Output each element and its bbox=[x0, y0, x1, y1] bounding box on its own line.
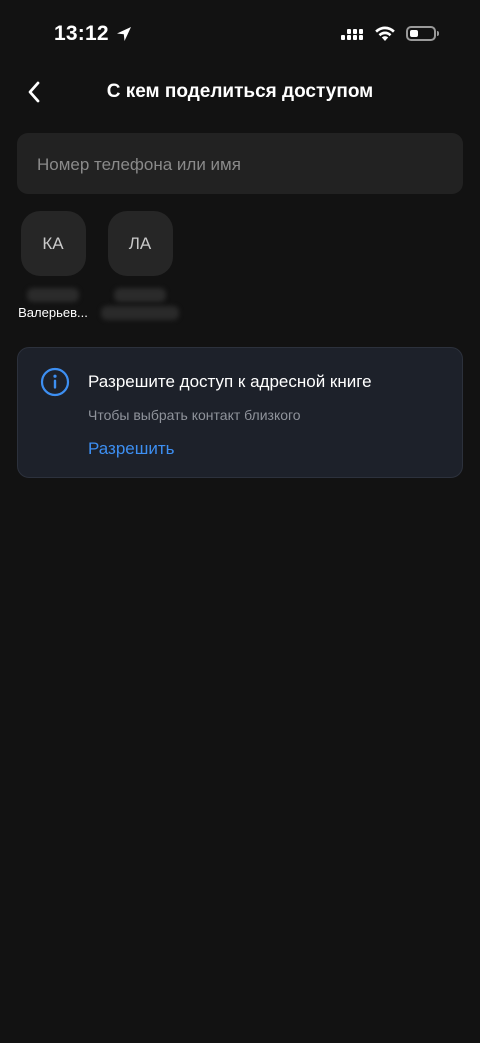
info-icon bbox=[40, 367, 70, 397]
contact-item[interactable]: ЛА bbox=[94, 211, 186, 320]
address-book-permission-card: Разрешите доступ к адресной книге Чтобы … bbox=[17, 347, 463, 478]
location-arrow-icon bbox=[116, 27, 131, 41]
contacts-list: КА Валерьев... ЛА bbox=[0, 211, 480, 331]
status-bar: 13:12 bbox=[0, 0, 480, 70]
info-card-title: Разрешите доступ к адресной книге bbox=[88, 372, 372, 391]
header: С кем поделиться доступом bbox=[0, 70, 480, 114]
avatar[interactable]: ЛА bbox=[107, 211, 173, 276]
cellular-signal-icon bbox=[341, 28, 363, 40]
avatar-initials: КА bbox=[42, 233, 64, 253]
redacted-name bbox=[114, 288, 166, 302]
battery-icon bbox=[406, 26, 439, 41]
contact-item[interactable]: КА Валерьев... bbox=[7, 211, 99, 320]
avatar[interactable]: КА bbox=[20, 211, 86, 276]
search-input[interactable] bbox=[35, 133, 449, 196]
redacted-name bbox=[101, 306, 179, 320]
search-field[interactable] bbox=[17, 133, 463, 196]
page-title: С кем поделиться доступом bbox=[106, 81, 374, 102]
allow-access-button[interactable]: Разрешить bbox=[88, 439, 175, 459]
redacted-name bbox=[27, 288, 79, 302]
battery-level bbox=[410, 30, 418, 37]
status-right bbox=[340, 25, 439, 42]
info-card-subtitle: Чтобы выбрать контакт близкого bbox=[88, 407, 301, 423]
wifi-icon bbox=[375, 26, 395, 41]
status-time: 13:12 bbox=[54, 22, 133, 46]
status-time-text: 13:12 bbox=[54, 22, 109, 45]
avatar-initials: ЛА bbox=[128, 233, 152, 253]
contact-name: Валерьев... bbox=[18, 305, 88, 320]
